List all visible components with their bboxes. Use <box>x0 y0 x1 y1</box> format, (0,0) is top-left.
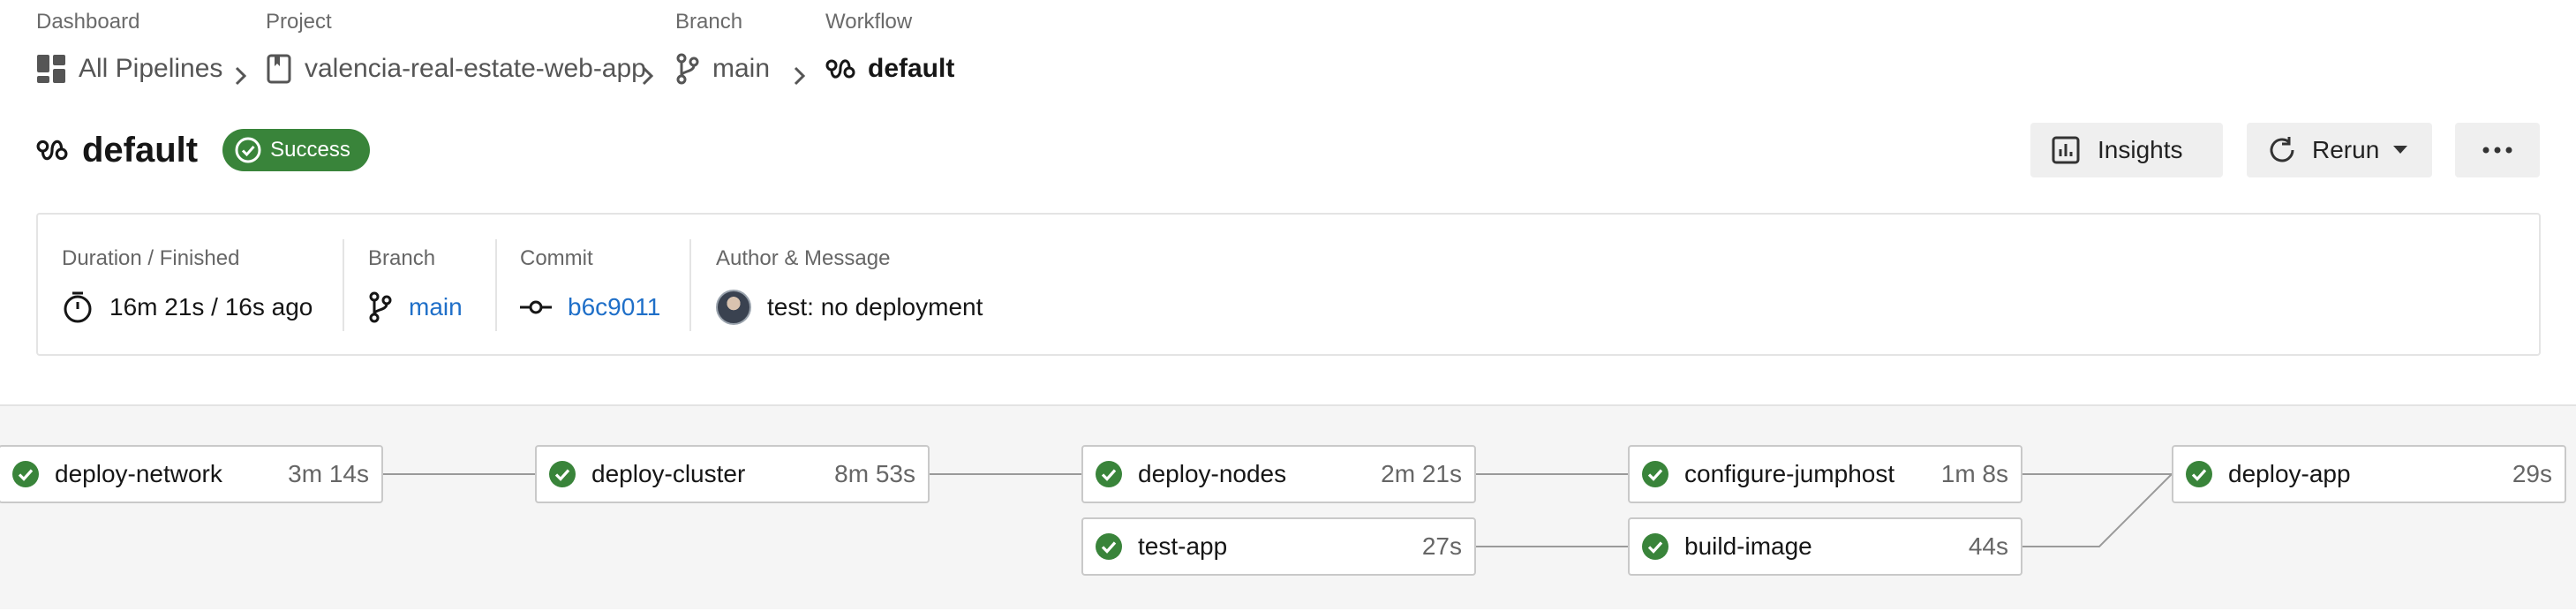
job-duration: 29s <box>2512 460 2552 487</box>
success-check-icon <box>1642 533 1668 560</box>
status-text: Success <box>270 138 350 162</box>
bar-chart-icon <box>2052 136 2080 164</box>
rerun-label: Rerun <box>2312 136 2380 163</box>
repository-icon <box>267 54 291 84</box>
workflow-icon <box>825 59 855 79</box>
job-duration: 2m 21s <box>1381 460 1462 487</box>
success-check-icon <box>12 461 39 487</box>
job-deploy-network[interactable]: deploy-network 3m 14s <box>0 445 383 503</box>
dashboard-grid-icon <box>37 55 65 83</box>
job-duration: 8m 53s <box>834 460 915 487</box>
workflow-graph: deploy-network 3m 14s deploy-cluster 8m … <box>0 404 2576 609</box>
rerun-button[interactable]: Rerun <box>2247 123 2432 177</box>
chevron-right-icon <box>794 66 806 86</box>
job-deploy-nodes[interactable]: deploy-nodes 2m 21s <box>1081 445 1476 503</box>
commit-icon <box>520 300 552 314</box>
success-check-icon <box>1642 461 1668 487</box>
chevron-right-icon <box>235 66 247 86</box>
pipeline-summary: Duration / Finished 16m 21s / 16s ago Br… <box>36 213 2541 356</box>
job-duration: 27s <box>1421 532 1462 560</box>
breadcrumb-branch: Branch main <box>675 10 770 85</box>
commit-message: test: no deployment <box>767 293 983 321</box>
success-check-icon <box>1096 461 1122 487</box>
job-name: deploy-nodes <box>1138 460 1287 487</box>
branch-icon <box>369 291 392 323</box>
job-dependency-edges <box>383 473 2173 547</box>
commit-value-row: b6c9011 <box>520 285 660 329</box>
author-label: Author & Message <box>716 246 891 270</box>
divider <box>495 239 497 331</box>
timer-icon <box>64 291 92 323</box>
status-badge: Success <box>222 129 370 171</box>
job-duration: 44s <box>1968 532 2008 560</box>
caret-down-icon <box>2393 146 2408 154</box>
commit-hash[interactable]: b6c9011 <box>568 293 660 321</box>
job-duration: 3m 14s <box>288 460 369 487</box>
avatar[interactable] <box>716 290 751 325</box>
page-header: default Success <box>36 128 370 172</box>
all-pipelines-text: All Pipelines <box>79 54 223 83</box>
branch-name: main <box>712 54 771 83</box>
duration-value-row: 16m 21s / 16s ago <box>62 285 313 329</box>
breadcrumb-project: Project valencia-real-estate-web-app <box>266 10 646 84</box>
job-configure-jumphost[interactable]: configure-jumphost 1m 8s <box>1628 445 2022 503</box>
job-deploy-app[interactable]: deploy-app 29s <box>2172 445 2566 503</box>
success-check-icon <box>549 461 576 487</box>
duration-value: 16m 21s / 16s ago <box>109 293 313 321</box>
breadcrumb-workflow: Workflow default <box>825 10 954 84</box>
job-name: deploy-network <box>55 460 222 487</box>
breadcrumb-branch-label: Branch <box>675 10 743 34</box>
branch-icon <box>676 53 699 85</box>
job-name: test-app <box>1138 532 1228 560</box>
success-check-icon <box>2186 461 2212 487</box>
more-options-button[interactable] <box>2455 123 2540 177</box>
job-build-image[interactable]: build-image 44s <box>1628 517 2022 576</box>
success-check-icon <box>1096 533 1122 560</box>
branch-label: Branch <box>368 246 436 270</box>
job-test-app[interactable]: test-app 27s <box>1081 517 1476 576</box>
project-link[interactable]: valencia-real-estate-web-app <box>266 49 646 88</box>
project-name: valencia-real-estate-web-app <box>305 54 646 83</box>
workflow-name: default <box>868 54 955 83</box>
job-name: deploy-cluster <box>591 460 746 487</box>
job-deploy-cluster[interactable]: deploy-cluster 8m 53s <box>535 445 930 503</box>
divider <box>689 239 691 331</box>
check-circle-icon <box>235 137 261 163</box>
branch-value-row: main <box>368 285 463 329</box>
chevron-right-icon <box>642 66 654 86</box>
breadcrumb-workflow-label: Workflow <box>825 10 913 34</box>
job-name: build-image <box>1684 532 1812 560</box>
divider <box>343 239 344 331</box>
workflow-current: default <box>825 49 954 88</box>
breadcrumb-dashboard: Dashboard All Pipelines <box>36 10 222 83</box>
all-pipelines-link[interactable]: All Pipelines <box>36 49 222 88</box>
branch-link-value[interactable]: main <box>409 293 463 321</box>
job-name: deploy-app <box>2228 460 2351 487</box>
refresh-icon <box>2270 137 2294 162</box>
commit-label: Commit <box>520 246 593 270</box>
page-title: default <box>82 131 199 170</box>
insights-label: Insights <box>2098 136 2183 163</box>
insights-button[interactable]: Insights <box>2030 123 2223 177</box>
branch-link[interactable]: main <box>675 49 770 88</box>
edge <box>2022 473 2173 547</box>
breadcrumb-project-label: Project <box>266 10 332 34</box>
workflow-icon <box>36 140 68 161</box>
job-name: configure-jumphost <box>1684 460 1895 487</box>
breadcrumb-dashboard-label: Dashboard <box>36 10 140 34</box>
job-duration: 1m 8s <box>1940 460 2008 487</box>
duration-label: Duration / Finished <box>62 246 240 270</box>
ellipsis-icon <box>2482 147 2512 154</box>
author-value-row: test: no deployment <box>716 285 983 329</box>
